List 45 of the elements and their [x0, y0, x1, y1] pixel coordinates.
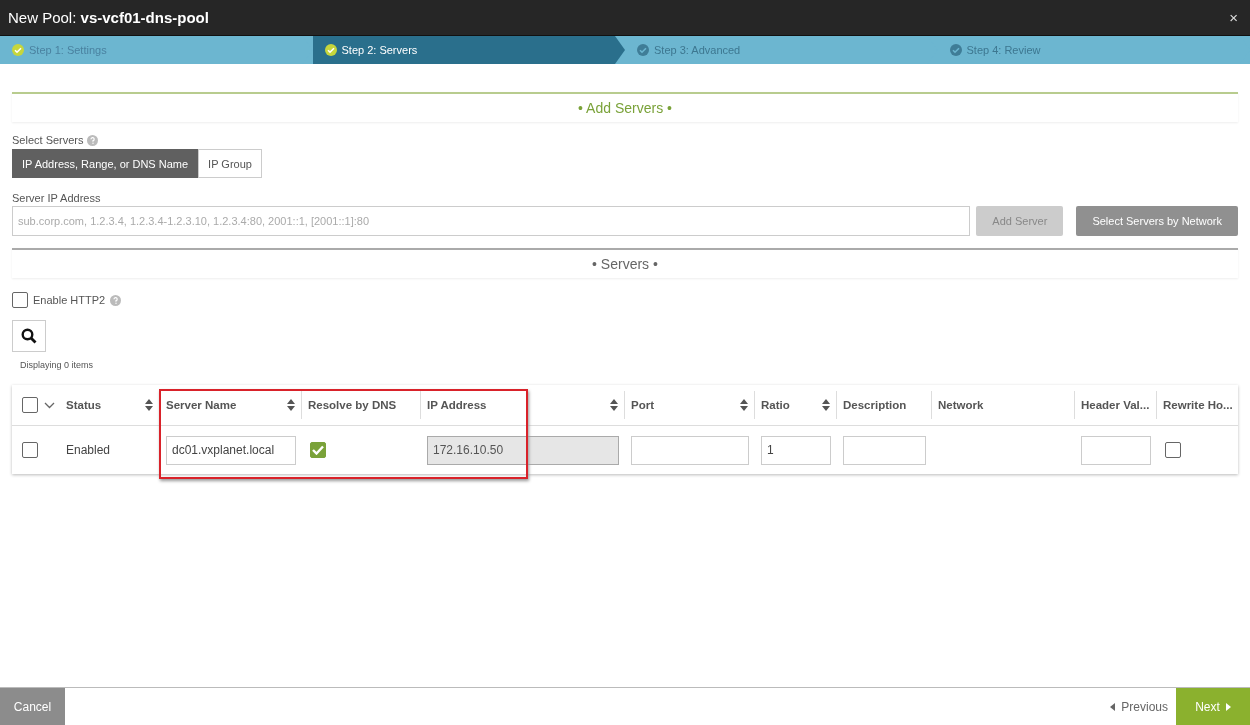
- checkbox[interactable]: [12, 292, 28, 308]
- input-field[interactable]: [1081, 435, 1151, 465]
- input-field[interactable]: dc01.vxplanet.local: [166, 435, 296, 465]
- column-header[interactable]: IP Address: [427, 399, 487, 411]
- sort-icon[interactable]: [610, 399, 618, 411]
- checkbox[interactable]: [310, 442, 326, 458]
- column-header[interactable]: Rewrite Ho...: [1163, 399, 1233, 411]
- section-title: • Servers •: [592, 256, 658, 272]
- section-title: • Add Servers •: [578, 100, 672, 116]
- column-header[interactable]: Status: [66, 399, 102, 411]
- column-header[interactable]: Port: [631, 399, 654, 411]
- column-header[interactable]: Server Name: [166, 399, 237, 411]
- wizard-step[interactable]: Step 2: Servers: [312, 36, 625, 64]
- input-field[interactable]: 1: [761, 435, 831, 465]
- close-button[interactable]: ×: [1225, 9, 1242, 26]
- field-label: Server IP Address: [12, 192, 101, 204]
- segment-option[interactable]: IP Group: [198, 149, 262, 178]
- search-icon: [21, 328, 37, 344]
- input-field[interactable]: 172.16.10.50: [427, 435, 619, 465]
- caret-right-icon: [1225, 702, 1231, 711]
- window-title: New Pool: vs-vcf01-dns-pool: [8, 9, 209, 26]
- checkbox-label: Enable HTTP2: [33, 294, 106, 306]
- checkbox[interactable]: [22, 397, 38, 413]
- sort-icon[interactable]: [145, 399, 153, 411]
- checkbox[interactable]: [1165, 442, 1181, 458]
- sort-icon[interactable]: [287, 399, 295, 411]
- chevron-down-icon[interactable]: [44, 401, 55, 409]
- segment-option[interactable]: IP Address, Range, or DNS Name: [12, 149, 199, 178]
- field-label: Select Servers: [12, 134, 84, 146]
- sort-icon[interactable]: [822, 399, 830, 411]
- search-button[interactable]: [12, 320, 46, 352]
- column-header[interactable]: Ratio: [761, 399, 790, 411]
- sort-icon[interactable]: [740, 399, 748, 411]
- caret-left-icon: [1110, 702, 1116, 711]
- checkbox[interactable]: [22, 442, 38, 458]
- column-header[interactable]: Header Val...: [1081, 399, 1150, 411]
- input-field[interactable]: [843, 435, 926, 465]
- status-text: Enabled: [66, 443, 111, 457]
- column-header[interactable]: Resolve by DNS: [308, 399, 397, 411]
- column-header[interactable]: Network: [938, 399, 984, 411]
- column-header[interactable]: Description: [843, 399, 907, 411]
- ip-address-field[interactable]: sub.corp.com, 1.2.3.4, 1.2.3.4-1.2.3.10, 1.2.3.4:80, 2001::1, [2001::1]:80: [12, 206, 971, 236]
- item-count: Displaying 0 items: [20, 360, 94, 370]
- input-field[interactable]: [631, 435, 749, 465]
- previous-button[interactable]: Previous: [1102, 688, 1176, 725]
